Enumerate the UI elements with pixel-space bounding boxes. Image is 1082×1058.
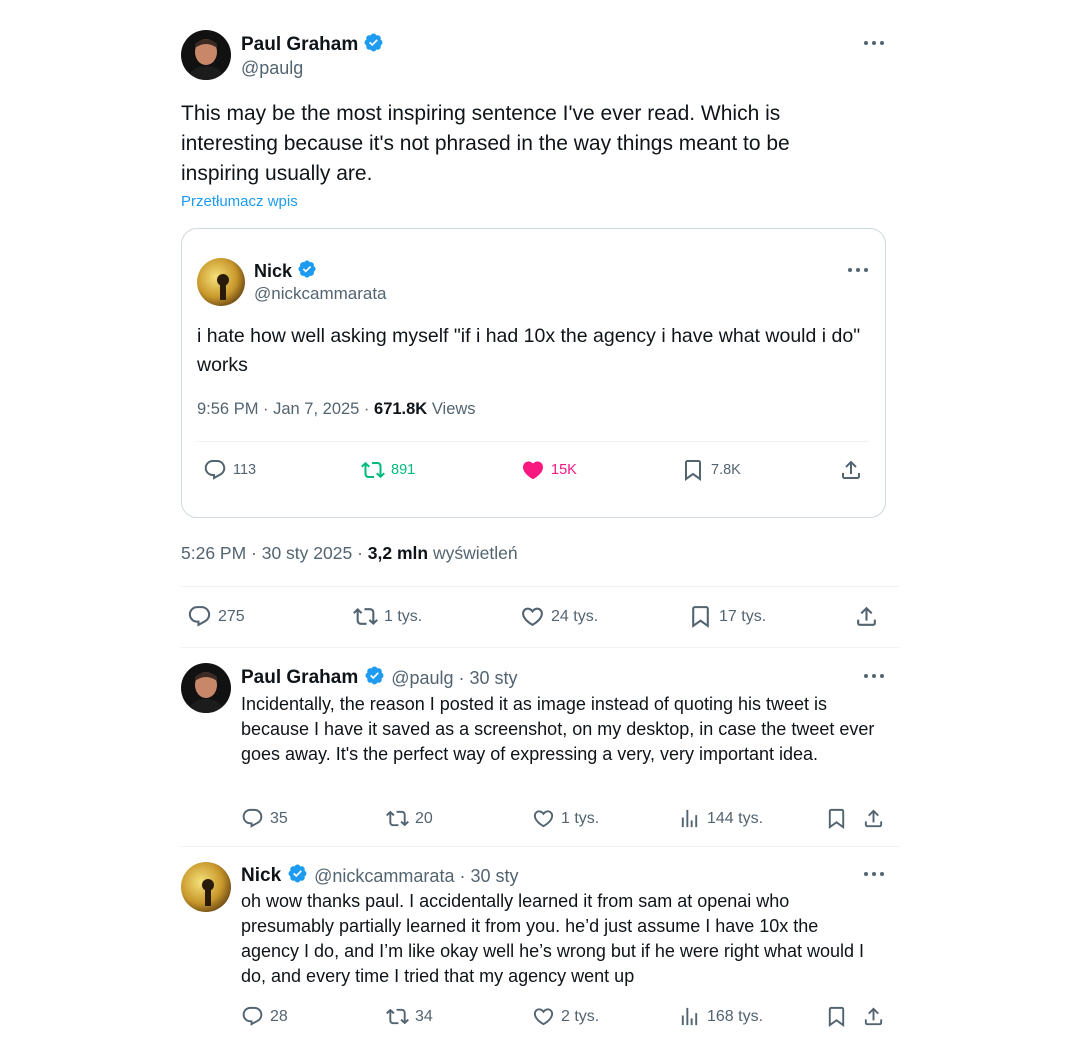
repost-count: 20 <box>415 809 433 827</box>
bookmark-icon <box>828 1006 845 1027</box>
translate-link[interactable]: Przetłumacz wpis <box>181 193 298 210</box>
divider <box>197 441 869 442</box>
bookmark-button[interactable]: 7.8K <box>681 458 741 482</box>
bookmark-button[interactable]: 17 tys. <box>688 604 766 629</box>
like-icon <box>533 1008 554 1026</box>
share-button[interactable] <box>862 807 885 830</box>
reply-icon <box>242 808 263 828</box>
views-count: 168 tys. <box>707 1007 764 1025</box>
quoted-views-label: Views <box>431 400 476 418</box>
reply-icon <box>188 606 211 627</box>
reply-button[interactable]: 28 <box>241 1005 288 1028</box>
more-icon[interactable] <box>861 35 887 51</box>
reply-count: 28 <box>270 1007 288 1025</box>
like-button[interactable]: 2 tys. <box>532 1005 599 1028</box>
repost-count: 1 tys. <box>384 607 423 625</box>
bookmark-count: 17 tys. <box>719 607 767 625</box>
bookmark-icon <box>692 606 709 628</box>
like-icon <box>522 607 543 627</box>
repost-icon <box>353 608 378 625</box>
like-count: 24 tys. <box>551 607 599 625</box>
author-handle[interactable]: @paulg <box>241 58 303 79</box>
reply-count: 113 <box>233 462 257 478</box>
repost-button[interactable]: 1 tys. <box>353 604 422 629</box>
views-button[interactable]: 168 tys. <box>678 1005 763 1028</box>
reply-button[interactable]: 35 <box>241 807 288 830</box>
views-icon <box>681 809 698 828</box>
like-count: 15K <box>551 462 577 478</box>
like-icon <box>522 461 544 480</box>
bookmark-icon <box>685 460 701 481</box>
views-count: 3,2 mln <box>367 543 429 563</box>
reply-count: 275 <box>218 607 245 625</box>
nick-avatar[interactable] <box>181 862 231 912</box>
share-icon <box>864 1007 883 1026</box>
repost-button[interactable]: 34 <box>386 1005 433 1028</box>
bookmark-count: 7.8K <box>711 462 741 478</box>
reply-meta[interactable]: @paulg · 30 sty <box>391 668 517 689</box>
more-icon[interactable] <box>861 866 887 882</box>
more-icon[interactable] <box>845 262 871 278</box>
bookmark-button[interactable] <box>825 1005 848 1028</box>
views-button[interactable]: 144 tys. <box>678 807 763 830</box>
reply-author-name[interactable]: Paul Graham <box>241 667 358 689</box>
paul-graham-avatar[interactable] <box>181 663 231 713</box>
divider <box>181 586 899 587</box>
repost-button[interactable]: 891 <box>361 458 415 482</box>
timestamp[interactable]: 5:26 PM · 30 sty 2025 · <box>181 543 368 563</box>
divider <box>181 846 899 847</box>
reply-icon <box>204 460 226 480</box>
verified-badge-icon <box>363 32 384 58</box>
repost-count: 34 <box>415 1007 433 1025</box>
tweet-text: This may be the most inspiring sentence … <box>181 102 790 185</box>
repost-button[interactable]: 20 <box>386 807 433 830</box>
like-icon <box>533 810 554 828</box>
quoted-tweet-meta: 9:56 PM · Jan 7, 2025 · 671.8K Views <box>197 400 476 419</box>
share-icon <box>842 460 860 479</box>
reply-text: Incidentally, the reason I posted it as … <box>241 694 875 764</box>
reply-text: oh wow thanks paul. I accidentally learn… <box>241 891 864 986</box>
quoted-author-name[interactable]: Nick <box>254 261 292 282</box>
reply-icon <box>242 1006 263 1026</box>
divider <box>181 647 899 648</box>
bookmark-button[interactable] <box>825 807 848 830</box>
share-button[interactable] <box>862 1005 885 1028</box>
share-icon <box>857 606 876 626</box>
verified-badge-icon <box>364 665 385 691</box>
quoted-tweet-text: i hate how well asking myself "if i had … <box>197 325 861 376</box>
reply-author-name[interactable]: Nick <box>241 865 281 887</box>
verified-badge-icon <box>297 259 317 284</box>
views-label: wyświetleń <box>432 543 518 563</box>
nick-avatar[interactable] <box>197 258 245 306</box>
paul-graham-avatar[interactable] <box>181 30 231 80</box>
reply-count: 35 <box>270 809 288 827</box>
share-button[interactable] <box>854 604 879 629</box>
repost-icon <box>361 461 385 479</box>
repost-icon <box>386 1008 409 1025</box>
views-icon <box>681 1007 698 1026</box>
quoted-views-count: 671.8K <box>374 400 428 418</box>
like-count: 1 tys. <box>561 809 600 827</box>
author-name[interactable]: Paul Graham <box>241 34 358 56</box>
reply-button[interactable]: 275 <box>187 604 245 629</box>
quoted-author-handle[interactable]: @nickcammarata <box>254 284 387 304</box>
reply-button[interactable]: 113 <box>203 458 256 482</box>
tweet-meta: 5:26 PM · 30 sty 2025 · 3,2 mln wyświetl… <box>181 543 518 564</box>
share-button[interactable] <box>839 458 863 482</box>
views-count: 144 tys. <box>707 809 764 827</box>
reply-meta[interactable]: @nickcammarata · 30 sty <box>314 866 518 887</box>
like-count: 2 tys. <box>561 1007 600 1025</box>
like-button[interactable]: 24 tys. <box>520 604 598 629</box>
like-button[interactable]: 15K <box>521 458 577 482</box>
repost-icon <box>386 810 409 827</box>
share-icon <box>864 809 883 828</box>
repost-count: 891 <box>391 462 416 478</box>
verified-badge-icon <box>287 863 308 889</box>
bookmark-icon <box>828 808 845 829</box>
like-button[interactable]: 1 tys. <box>532 807 599 830</box>
more-icon[interactable] <box>861 668 887 684</box>
quoted-timestamp[interactable]: 9:56 PM · Jan 7, 2025 · <box>197 400 374 418</box>
